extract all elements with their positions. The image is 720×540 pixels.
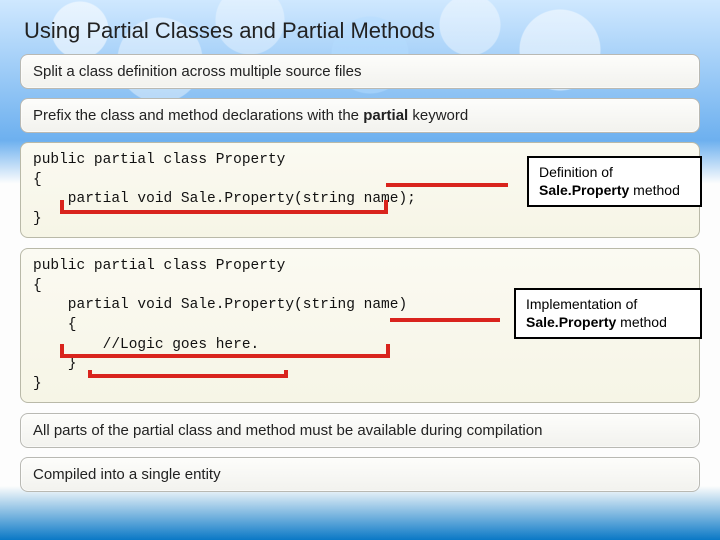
highlight-connector — [390, 318, 500, 322]
code-block-definition-wrap: public partial class Property { partial … — [20, 142, 700, 238]
highlight-connector — [386, 183, 508, 187]
bullet-text: Compiled into a single entity — [33, 466, 221, 483]
keyword-partial: partial — [363, 107, 408, 124]
callout-text-pre: Definition of — [539, 164, 613, 180]
slide: Using Partial Classes and Partial Method… — [0, 0, 720, 492]
callout-text-post: method — [629, 182, 680, 198]
highlight-underline — [60, 344, 390, 358]
bullet-text: All parts of the partial class and metho… — [33, 422, 542, 439]
callout-text-bold: Sale.Property — [526, 314, 616, 330]
bullet-text: Split a class definition across multiple… — [33, 63, 361, 80]
bullet-all-parts: All parts of the partial class and metho… — [20, 413, 700, 448]
code-block-implementation-wrap: public partial class Property { partial … — [20, 248, 700, 403]
page-title: Using Partial Classes and Partial Method… — [20, 12, 700, 54]
callout-definition: Definition of Sale.Property method — [527, 156, 702, 207]
bullet-text-pre: Prefix the class and method declarations… — [33, 107, 363, 124]
bullet-compiled-single: Compiled into a single entity — [20, 457, 700, 492]
callout-text-post: method — [616, 314, 667, 330]
bullet-text-post: keyword — [408, 107, 468, 124]
callout-implementation: Implementation of Sale.Property method — [514, 288, 702, 339]
highlight-underline — [88, 370, 288, 378]
callout-text-bold: Sale.Property — [539, 182, 629, 198]
highlight-underline — [60, 200, 388, 214]
callout-text-pre: Implementation of — [526, 296, 637, 312]
bullet-split-definition: Split a class definition across multiple… — [20, 54, 700, 89]
bullet-prefix-partial: Prefix the class and method declarations… — [20, 98, 700, 133]
